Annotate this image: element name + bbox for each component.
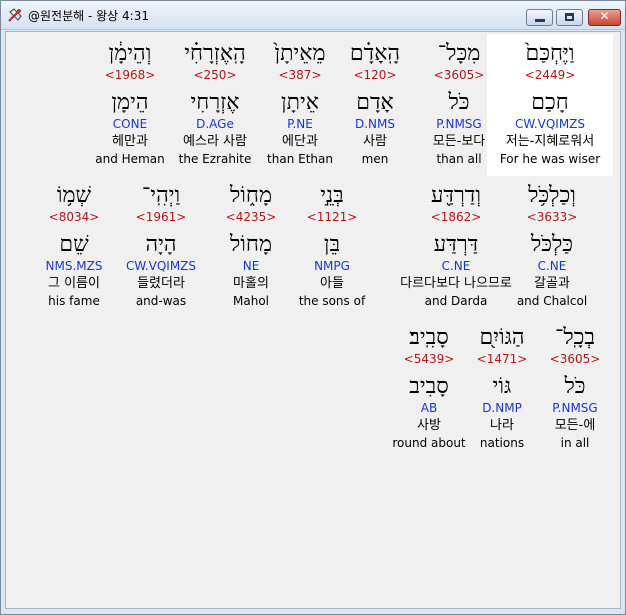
- english-gloss: and-was: [135, 294, 187, 308]
- minimize-button[interactable]: [526, 9, 553, 26]
- lemma: מָחוֹל: [230, 232, 272, 257]
- strong-number: <3633>: [526, 210, 578, 224]
- lemma: הָיָה: [145, 232, 177, 257]
- word-cell[interactable]: בְכָֽל־ <3605> כֹּל P.NMSG 모든-에 in all: [530, 318, 620, 460]
- word-cell[interactable]: וַיֶּחְכַּם֙ <2449> חָכַם CW.VQIMZS 저는-지혜로워서…: [487, 34, 613, 176]
- english-gloss: the sons of: [298, 294, 366, 308]
- analysis-panel: וְהֵימָ֔ן <1968> הֵימָן CONE 헤만과 and Heman הָֽ…: [5, 31, 621, 609]
- korean-gloss: 들렸더라: [137, 276, 185, 291]
- app-icon: [8, 8, 22, 22]
- close-button[interactable]: ✕: [588, 9, 621, 26]
- window-title: @원전분해 - 왕상 4:31: [28, 9, 149, 23]
- morphology-code: D.NMS: [354, 117, 395, 131]
- morphology-code: NE: [242, 259, 260, 273]
- korean-gloss: 갈골과: [534, 276, 570, 291]
- lemma: כֹּל: [564, 374, 586, 399]
- korean-gloss: 그 이름이: [48, 276, 100, 291]
- hebrew-word: בְכָֽל־: [554, 325, 596, 350]
- word-cell[interactable]: וְכַלְכֹּ֥ל <3633> כַּלְכֹּל C.NE 갈골과 and Cha…: [497, 176, 607, 318]
- hebrew-word: בְּנֵ֣י: [320, 183, 344, 208]
- strong-number: <8034>: [48, 210, 100, 224]
- word-cell[interactable]: שְׁמ֥וֹ <8034> שֵׁם NMS.MZS 그 이름이 his fame: [29, 176, 119, 318]
- title-bar[interactable]: @원전분해 - 왕상 4:31 ✕: [1, 1, 625, 30]
- korean-gloss: 아들: [320, 276, 344, 291]
- strong-number: <1121>: [306, 210, 358, 224]
- word-cell[interactable]: הָֽאָדָ֗ם <120> אָדָם D.NMS 사람 men: [335, 34, 415, 176]
- korean-gloss: 모든-에: [554, 418, 596, 433]
- maximize-icon: [565, 13, 574, 21]
- korean-gloss: 저는-지혜로워서: [505, 134, 595, 149]
- word-cell[interactable]: מָח֑וֹל <4235> מָחוֹל NE 마홀의 Mahol: [201, 176, 301, 318]
- hebrew-word: מָח֑וֹל: [230, 183, 272, 208]
- word-cell[interactable]: וַיְהִֽי־ <1961> הָיָה CW.VQIMZS 들렸더라 and-was: [116, 176, 206, 318]
- lemma: בֵּן: [323, 232, 341, 257]
- morphology-code: CW.VQIMZS: [125, 259, 197, 273]
- english-gloss: in all: [560, 436, 590, 450]
- maximize-button[interactable]: [556, 9, 583, 26]
- english-gloss: his fame: [48, 294, 100, 308]
- english-gloss: and Chalcol: [516, 294, 588, 308]
- hebrew-word: וַיְהִֽי־: [141, 183, 181, 208]
- lemma: שֵׁם: [59, 232, 89, 257]
- strong-number: <1961>: [135, 210, 187, 224]
- hebrew-word: הָֽאָדָ֗ם: [349, 41, 401, 66]
- close-icon: ✕: [599, 9, 610, 23]
- strong-number: <120>: [353, 68, 397, 82]
- morphology-code: C.NE: [537, 259, 567, 273]
- minimize-icon: [535, 19, 545, 22]
- english-gloss: Mahol: [233, 294, 269, 308]
- lemma: אָדָם: [356, 90, 394, 115]
- hebrew-word: וַיֶּחְכַּם֙: [525, 41, 575, 66]
- word-cell[interactable]: בְּנֵ֣י <1121> בֵּן NMPG 아들 the sons of: [287, 176, 377, 318]
- morphology-code: NMS.MZS: [45, 259, 103, 273]
- morphology-code: CW.VQIMZS: [514, 117, 586, 131]
- korean-gloss: 마홀의: [233, 276, 269, 291]
- strong-number: <2449>: [524, 68, 576, 82]
- strong-number: <4235>: [225, 210, 277, 224]
- hebrew-word: שְׁמ֥וֹ: [56, 183, 92, 208]
- lemma: חָכַם: [531, 90, 569, 115]
- morphology-code: NMPG: [314, 259, 350, 273]
- korean-gloss: 사람: [363, 134, 387, 149]
- english-gloss: men: [361, 152, 389, 166]
- strong-number: <3605>: [549, 352, 601, 366]
- app-window: @원전분해 - 왕상 4:31 ✕ וְהֵימָ֔ן <1968> הֵימָן C…: [0, 0, 626, 615]
- english-gloss: For he was wiser: [499, 152, 601, 166]
- lemma: כַּלְכֹּל: [530, 232, 574, 257]
- hebrew-word: וְכַלְכֹּ֥ל: [528, 183, 576, 208]
- morphology-code: P.NMSG: [552, 401, 598, 415]
